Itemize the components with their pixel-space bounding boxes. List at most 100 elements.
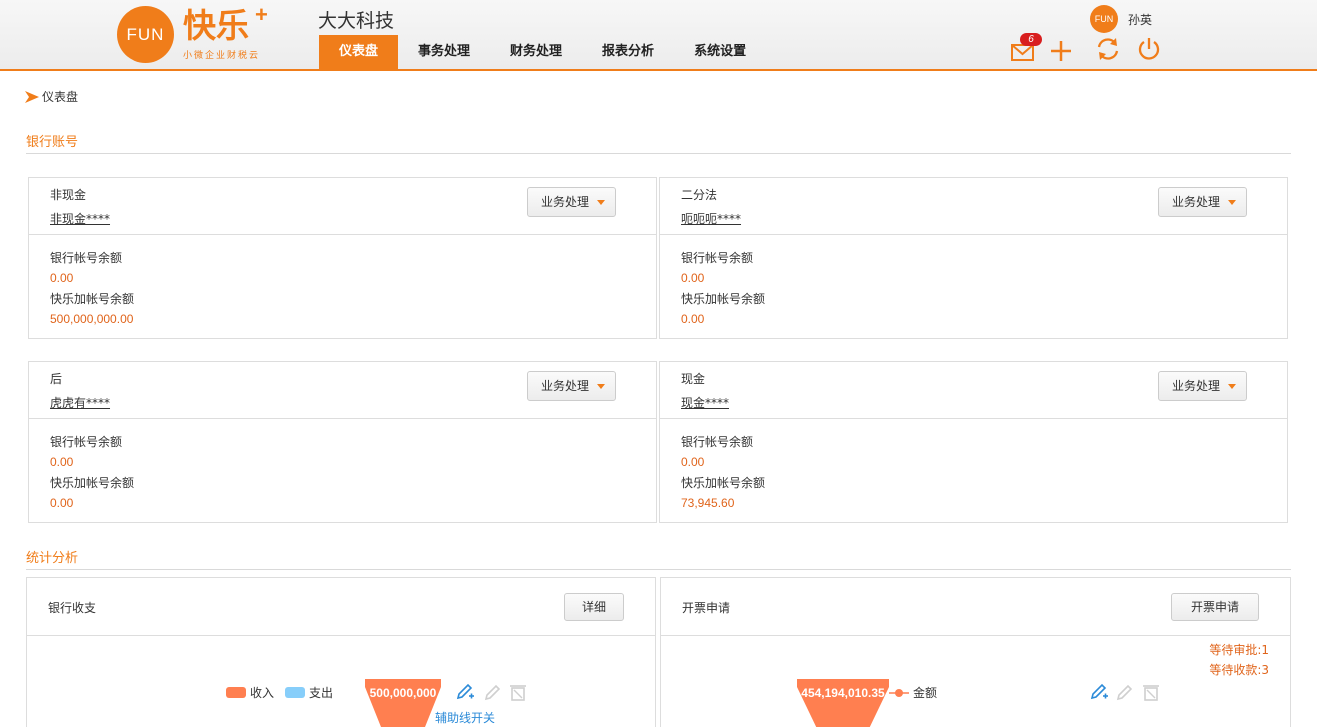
bank-balance-label: 银行帐号余额 [681,435,754,449]
legend-line-marker-icon [889,688,909,697]
invoice-apply-button[interactable]: 开票申请 [1171,593,1259,621]
invoice-panel: 开票申请 开票申请 等待审批:1 等待收款:3 454,194,010.35 金… [660,577,1291,727]
auxiliary-line-toggle[interactable]: 辅助线开关 [435,709,495,726]
kl-balance-value: 500,000,000.00 [50,312,134,326]
legend-amount[interactable]: 金额 [889,684,937,701]
account-card-header: 二分法 呃呃呃**** 业务处理 [660,178,1287,235]
avatar[interactable]: FUN [1090,5,1118,33]
bank-balance-label: 银行帐号余额 [50,251,123,265]
company-name: 大大科技 [318,10,395,32]
section-divider [26,153,1291,154]
pencil-icon[interactable] [483,682,503,702]
kl-balance-value: 0.00 [50,496,74,510]
breadcrumb-current[interactable]: 仪表盘 [42,88,78,105]
account-name: 后 [50,372,63,386]
account-card: 二分法 呃呃呃**** 业务处理 银行帐号余额 0.00 快乐加帐号余额 0.0… [659,177,1288,339]
business-process-button[interactable]: 业务处理 [527,371,616,401]
caret-down-icon [1228,200,1236,205]
invoice-header: 开票申请 开票申请 [661,578,1290,636]
kl-balance-label: 快乐加帐号余额 [681,476,766,490]
account-number-link[interactable]: 呃呃呃**** [681,210,741,227]
account-card-body: 银行帐号余额 0.00 快乐加帐号余额 73,945.60 [660,419,1287,514]
main-nav: 仪表盘 事务处理 财务处理 报表分析 系统设置 [319,35,766,69]
top-header: FUN 快乐 + 小微企业财税云 大大科技 仪表盘 事务处理 财务处理 报表分析… [0,0,1317,71]
account-card-header: 非现金 非现金**** 业务处理 [29,178,656,235]
pencil-icon[interactable] [1115,682,1135,702]
logo-badge[interactable]: FUN [117,6,174,63]
refresh-icon[interactable] [1095,36,1121,62]
mail-count-badge: 6 [1020,33,1042,46]
logo-plus: + [255,2,268,27]
business-process-label: 业务处理 [541,379,590,393]
breadcrumb: 仪表盘 [24,88,78,105]
account-number-link[interactable]: 现金**** [681,394,729,411]
kl-balance-label: 快乐加帐号余额 [681,292,766,306]
bank-balance-label: 银行帐号余额 [50,435,123,449]
account-name: 二分法 [681,188,718,202]
account-card-body: 银行帐号余额 0.00 快乐加帐号余额 0.00 [660,235,1287,330]
nav-reports[interactable]: 报表分析 [582,35,674,69]
pending-approval-status[interactable]: 等待审批:1 [1209,641,1269,658]
business-process-button[interactable]: 业务处理 [527,187,616,217]
nav-dashboard[interactable]: 仪表盘 [319,35,399,69]
bank-balance-label: 银行帐号余额 [681,251,754,265]
kl-balance-label: 快乐加帐号余额 [50,476,135,490]
account-card: 现金 现金**** 业务处理 银行帐号余额 0.00 快乐加帐号余额 73,94… [659,361,1288,523]
kl-balance-value: 0.00 [681,312,705,326]
detail-button[interactable]: 详细 [564,593,624,621]
account-number-link[interactable]: 非现金**** [50,210,110,227]
arrow-right-icon [25,90,39,103]
account-card: 非现金 非现金**** 业务处理 银行帐号余额 0.00 快乐加帐号余额 500… [28,177,657,339]
account-number-link[interactable]: 虎虎有**** [50,394,110,411]
logo-name: 快乐 [183,6,249,45]
line-edit-icon[interactable] [455,682,475,702]
account-card-body: 银行帐号余额 0.00 快乐加帐号余额 500,000,000.00 [29,235,656,330]
legend-swatch [285,687,305,698]
legend-label: 金额 [913,686,938,700]
kl-balance-value: 73,945.60 [681,496,735,510]
bank-balance-value: 0.00 [50,455,74,469]
bank-balance-value: 0.00 [681,271,705,285]
account-card-header: 现金 现金**** 业务处理 [660,362,1287,419]
business-process-label: 业务处理 [1172,195,1221,209]
power-icon[interactable] [1136,36,1162,62]
legend-swatch [226,687,246,698]
pending-payment-status[interactable]: 等待收款:3 [1209,661,1269,678]
account-card-header: 后 虎虎有**** 业务处理 [29,362,656,419]
business-process-button[interactable]: 业务处理 [1158,371,1247,401]
section-divider [26,569,1291,570]
account-card: 后 虎虎有**** 业务处理 银行帐号余额 0.00 快乐加帐号余额 0.00 [28,361,657,523]
kl-balance-label: 快乐加帐号余额 [50,292,135,306]
bank-flow-panel: 银行收支 详细 收入 支出 500,000,000 辅助线开关 [26,577,656,727]
logo-subtitle: 小微企业财税云 [183,51,261,61]
caret-down-icon [597,200,605,205]
line-edit-icon[interactable] [1089,682,1109,702]
caret-down-icon [597,384,605,389]
legend-expense[interactable]: 支出 [285,684,333,701]
business-process-label: 业务处理 [1172,379,1221,393]
bank-balance-value: 0.00 [50,271,74,285]
account-card-body: 银行帐号余额 0.00 快乐加帐号余额 0.00 [29,419,656,514]
business-process-button[interactable]: 业务处理 [1158,187,1247,217]
bank-flow-title: 银行收支 [48,601,97,615]
legend-label: 收入 [250,686,275,700]
trash-icon[interactable] [1141,682,1161,702]
legend-income[interactable]: 收入 [226,684,274,701]
add-icon[interactable] [1048,38,1074,64]
account-name: 非现金 [50,188,87,202]
stats-section-title: 统计分析 [26,551,79,566]
bank-section-title: 银行账号 [26,135,79,150]
username[interactable]: 孙英 [1128,11,1152,28]
funnel-value-label: 500,000,000 [369,686,437,700]
account-name: 现金 [681,372,706,386]
bank-flow-header: 银行收支 详细 [27,578,655,636]
bank-balance-value: 0.00 [681,455,705,469]
caret-down-icon [1228,384,1236,389]
funnel-value-label: 454,194,010.35 [801,686,885,700]
legend-label: 支出 [309,686,334,700]
nav-settings[interactable]: 系统设置 [674,35,766,69]
nav-affairs[interactable]: 事务处理 [398,35,490,69]
trash-icon[interactable] [508,682,528,702]
invoice-title: 开票申请 [682,601,731,615]
nav-finance[interactable]: 财务处理 [490,35,582,69]
